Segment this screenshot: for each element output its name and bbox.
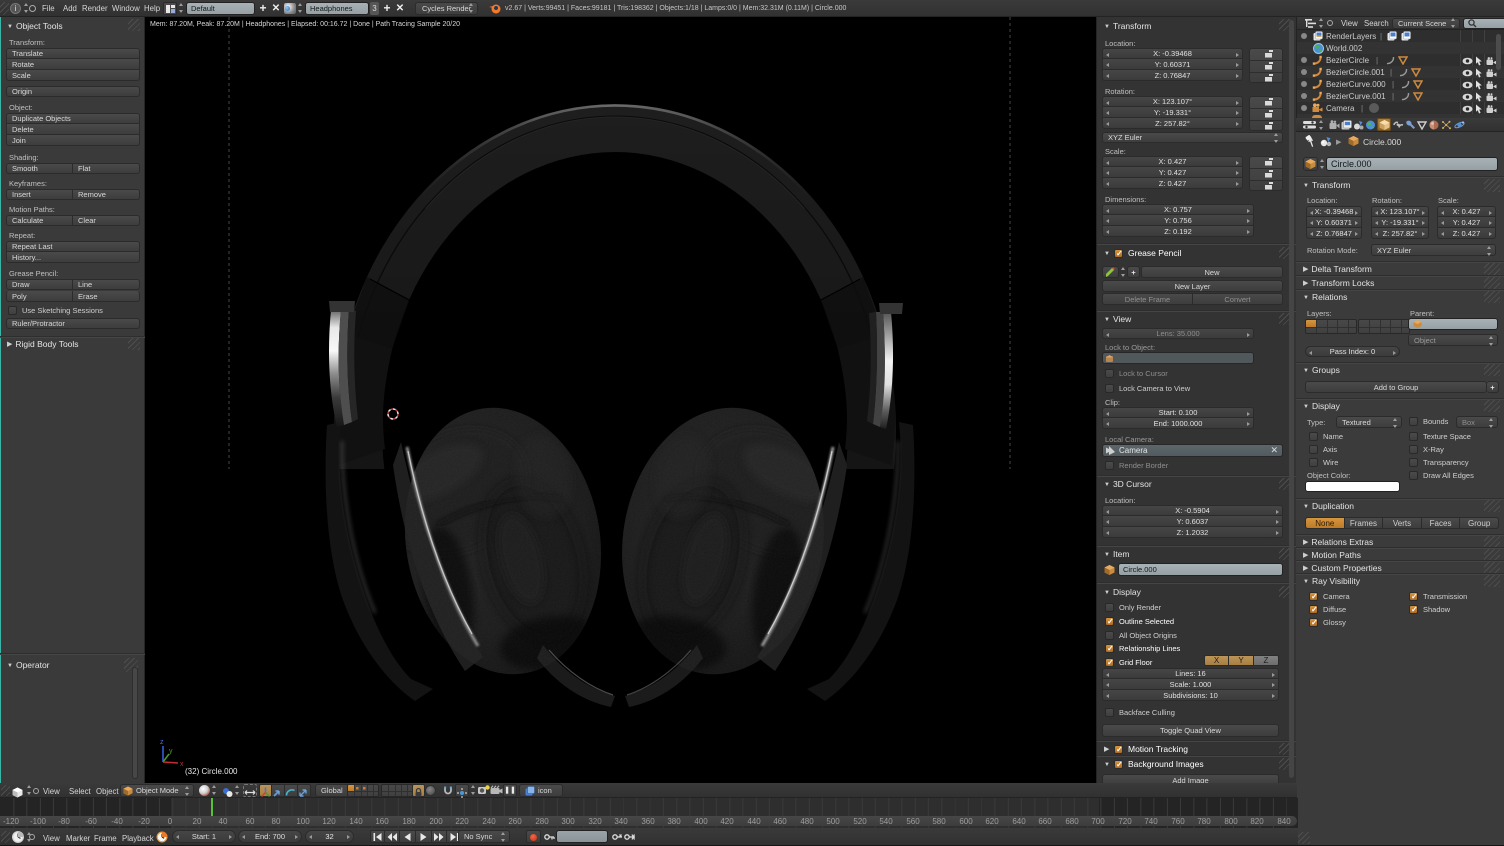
svg-text:x: x [180,761,184,768]
svg-text:(32) Circle.000: (32) Circle.000 [185,767,238,776]
svg-text:z: z [160,739,164,746]
svg-text:Mem: 87.20M, Peak: 87.20M | He: Mem: 87.20M, Peak: 87.20M | Headphones |… [150,21,460,28]
svg-text:y: y [169,748,173,755]
